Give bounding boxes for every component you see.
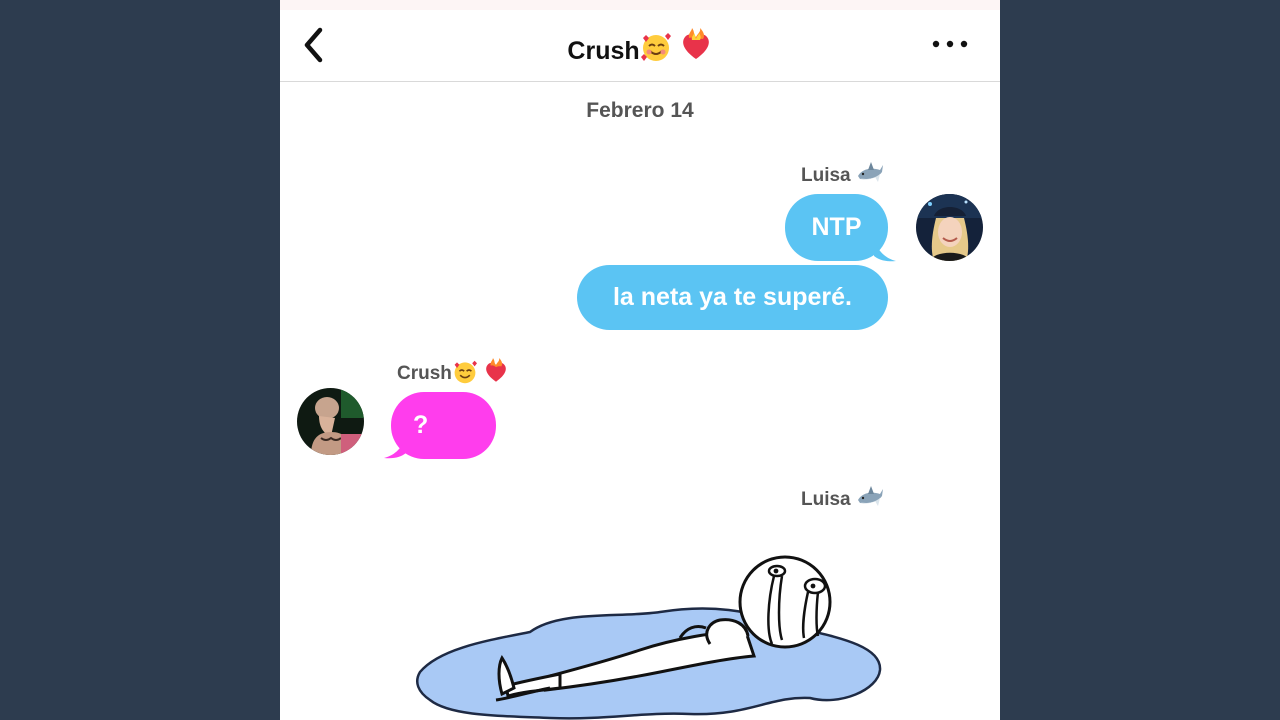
sender-name-text: Luisa [801,165,851,186]
shark-icon [857,162,883,182]
message-text: la neta ya te superé. [612,283,852,311]
message-text: ? [413,411,429,439]
status-strip [280,0,1000,10]
avatar-crush[interactable] [297,388,364,455]
sender-name-text: Crush [397,363,452,384]
smiling-face-with-hearts-icon [454,360,477,384]
chat-title[interactable]: Crush [280,28,1000,69]
smiling-face-with-hearts-icon [640,32,672,69]
message-bubble-outgoing[interactable]: la neta ya te superé. [577,265,888,330]
sender-name: Luisa [801,160,884,187]
shark-icon [857,486,883,506]
sender-name-text: Luisa [801,489,851,510]
bubble-tail-outgoing [874,240,896,262]
sender-name: Crush [397,358,509,385]
message-text: NTP [811,213,862,241]
more-dots-icon [932,40,968,48]
message-bubble-incoming[interactable]: ? [391,392,496,459]
chat-title-text: Crush [567,37,640,65]
heart-on-fire-icon [679,28,713,69]
heart-on-fire-icon [486,358,507,382]
sender-name: Luisa [801,484,884,511]
crying-stick-figure-image[interactable] [410,540,890,720]
chat-screen: Crush Febrero 14 Luisa NTP la neta ya te… [280,0,1000,720]
avatar-luisa[interactable] [916,194,983,261]
more-options-button[interactable] [930,30,970,58]
bubble-tail-incoming [384,437,406,459]
message-bubble-outgoing[interactable]: NTP [785,194,888,261]
date-separator: Febrero 14 [586,99,694,122]
chat-header: Crush [280,10,1000,82]
